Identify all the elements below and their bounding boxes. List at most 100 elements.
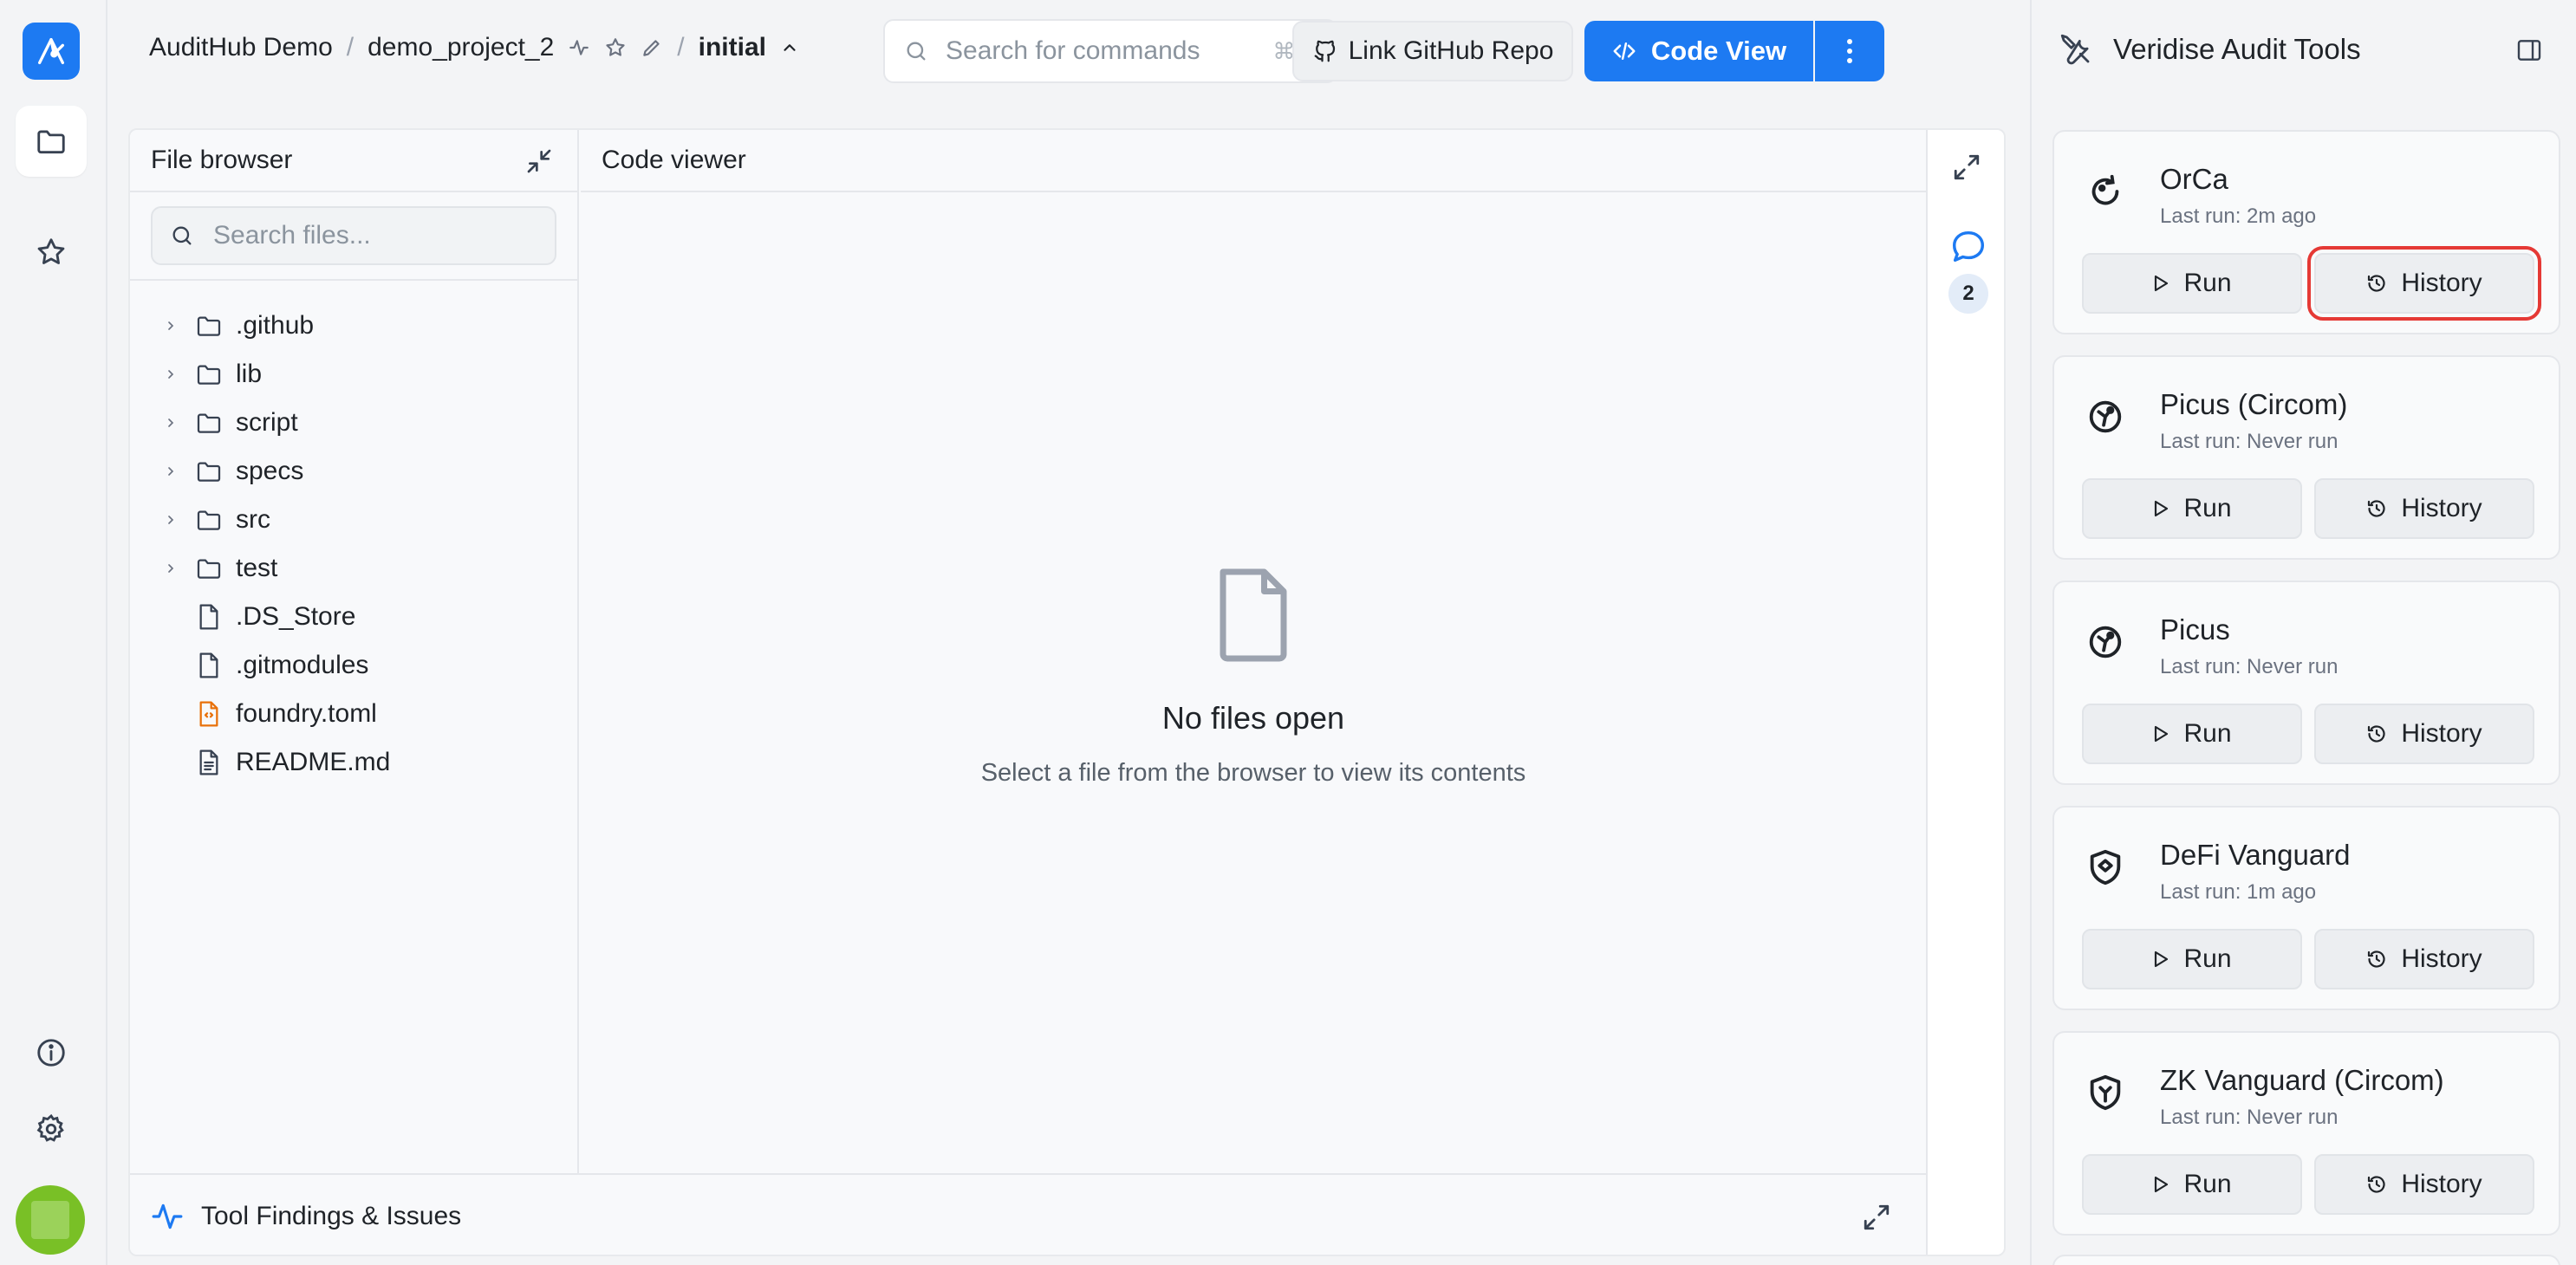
history-icon xyxy=(2368,500,2385,517)
tool-last-run: Last run: 2m ago xyxy=(2160,204,2317,228)
tree-item-label: test xyxy=(236,554,278,582)
tree-folder[interactable]: test xyxy=(130,544,577,593)
tool-card: OrCa Last run: 2m ago Run History xyxy=(2052,130,2560,334)
tool-card: DeFi Vanguard Last run: 1m ago Run Histo… xyxy=(2052,806,2560,1010)
folder-icon xyxy=(37,130,65,154)
run-button[interactable]: Run xyxy=(2082,1154,2302,1215)
user-avatar[interactable] xyxy=(16,1185,85,1255)
activity-icon xyxy=(152,1203,183,1229)
history-button[interactable]: History xyxy=(2314,704,2534,764)
audit-tools-header: Veridise Audit Tools xyxy=(2058,31,2361,68)
tree-folder[interactable]: specs xyxy=(130,447,577,496)
code-icon xyxy=(1613,42,1636,60)
history-icon xyxy=(2368,275,2385,292)
file-browser-title: File browser xyxy=(151,146,293,174)
run-button[interactable]: Run xyxy=(2082,478,2302,539)
expand-icon[interactable] xyxy=(1952,152,1981,182)
run-button[interactable]: Run xyxy=(2082,929,2302,989)
history-icon xyxy=(2368,725,2385,743)
empty-state-title: No files open xyxy=(1161,700,1345,736)
tree-item-label: .gitmodules xyxy=(236,651,369,679)
chevron-right-icon xyxy=(168,370,174,379)
empty-state-subtitle: Select a file from the browser to view i… xyxy=(980,759,1526,787)
tree-item-label: lib xyxy=(236,360,263,388)
folder-nav-button[interactable] xyxy=(16,106,87,177)
collapse-icon[interactable] xyxy=(525,147,553,175)
file-search-input[interactable]: Search files... xyxy=(151,206,556,265)
star-icon[interactable] xyxy=(604,36,627,59)
folder-icon xyxy=(197,413,221,433)
history-button[interactable]: History xyxy=(2314,478,2534,539)
history-button[interactable]: History xyxy=(2314,929,2534,989)
history-label: History xyxy=(2401,719,2482,748)
breadcrumb-separator: / xyxy=(346,33,355,62)
vanguard-icon xyxy=(2090,849,2121,886)
orca-icon xyxy=(2091,174,2119,205)
link-github-repo-button[interactable]: Link GitHub Repo xyxy=(1292,21,1573,81)
command-search-placeholder: Search for commands xyxy=(946,36,1200,65)
tool-card: Picus Last run: Never run Run History xyxy=(2052,581,2560,785)
tool-findings-label: Tool Findings & Issues xyxy=(201,1202,462,1230)
expand-icon[interactable] xyxy=(1862,1203,1891,1232)
pencil-icon[interactable] xyxy=(641,36,663,59)
tree-folder[interactable]: script xyxy=(130,399,577,447)
chevron-right-icon xyxy=(168,418,174,427)
run-button[interactable]: Run xyxy=(2082,704,2302,764)
zk-vanguard-icon xyxy=(2090,1074,2121,1111)
tree-item-label: .github xyxy=(236,311,315,340)
tree-item-label: script xyxy=(236,408,298,437)
history-label: History xyxy=(2401,1170,2482,1198)
file-icon xyxy=(199,652,218,678)
run-button[interactable]: Run xyxy=(2082,253,2302,314)
github-icon xyxy=(1314,40,1335,62)
history-button[interactable]: History xyxy=(2307,246,2541,321)
file-search-placeholder: Search files... xyxy=(213,221,371,250)
comment-icon[interactable] xyxy=(1948,227,1988,267)
audit-tools-panel: Veridise Audit Tools OrCa Last run: 2m a… xyxy=(2030,0,2576,1265)
more-options-button[interactable] xyxy=(1815,21,1884,81)
tree-file[interactable]: .gitmodules xyxy=(130,641,577,690)
play-icon xyxy=(2155,1176,2169,1193)
file-tree: .github lib script specs src test .DS_St… xyxy=(130,281,577,787)
breadcrumb-version[interactable]: initial xyxy=(699,33,766,62)
tree-folder[interactable]: .github xyxy=(130,302,577,350)
side-strip: 2 xyxy=(1926,130,2004,1255)
settings-nav-button[interactable] xyxy=(16,1093,87,1164)
tool-name: Picus xyxy=(2160,613,2230,645)
app-logo[interactable] xyxy=(23,23,80,80)
favorites-nav-button[interactable] xyxy=(16,217,87,288)
chevron-right-icon xyxy=(168,564,174,573)
search-icon xyxy=(907,42,926,61)
breadcrumb-org[interactable]: AuditHub Demo xyxy=(149,33,333,62)
tool-name: Picus (Circom) xyxy=(2160,388,2348,420)
breadcrumb-project[interactable]: demo_project_2 xyxy=(368,33,554,62)
left-rail xyxy=(0,0,107,1265)
tool-last-run: Last run: Never run xyxy=(2160,1106,2339,1129)
tool-name: OrCa xyxy=(2160,163,2228,195)
tree-folder[interactable]: lib xyxy=(130,350,577,399)
tree-item-label: specs xyxy=(236,457,304,485)
tool-findings-bar[interactable]: Tool Findings & Issues xyxy=(130,1173,1926,1255)
tool-name: ZK Vanguard (Circom) xyxy=(2160,1064,2444,1096)
tree-file[interactable]: foundry.toml xyxy=(130,690,577,738)
sidebar-toggle-icon[interactable] xyxy=(2515,36,2543,64)
tree-folder[interactable]: src xyxy=(130,496,577,544)
audit-tools-title: Veridise Audit Tools xyxy=(2113,33,2361,65)
file-icon xyxy=(1220,568,1287,662)
breadcrumb: AuditHub Demo / demo_project_2 / initial xyxy=(149,33,799,62)
command-search[interactable]: Search for commands ⌘ K xyxy=(883,19,1337,83)
chevron-up-icon[interactable] xyxy=(780,38,799,57)
activity-icon[interactable] xyxy=(568,36,590,59)
config-file-icon xyxy=(199,701,218,727)
picus-icon xyxy=(2089,626,2122,658)
history-button[interactable]: History xyxy=(2314,1154,2534,1215)
info-nav-button[interactable] xyxy=(16,1017,87,1088)
tree-file[interactable]: .DS_Store xyxy=(130,593,577,641)
tree-file[interactable]: README.md xyxy=(130,738,577,787)
run-label: Run xyxy=(2183,1170,2232,1198)
tree-item-label: src xyxy=(236,505,270,534)
folder-icon xyxy=(197,510,221,530)
play-icon xyxy=(2155,725,2169,743)
folder-icon xyxy=(197,462,221,482)
code-view-button[interactable]: Code View xyxy=(1584,21,1813,81)
